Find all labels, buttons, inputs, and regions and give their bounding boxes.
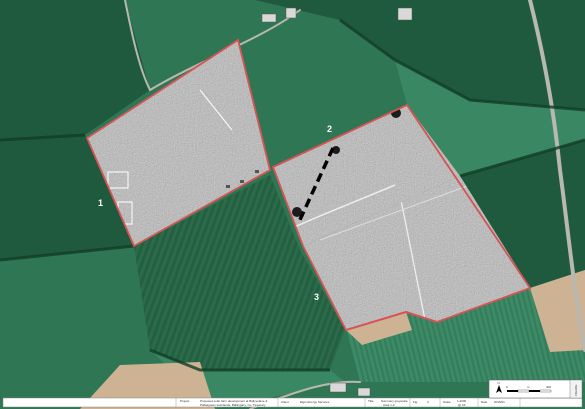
scale-label: Scale: [443, 400, 451, 404]
scale-legend-box: N 0 m 400 FIGURE: [488, 379, 583, 399]
client-name: Elgin Energy Services: [300, 400, 330, 404]
client-label: Client: [281, 400, 289, 404]
area-label-3: 3: [314, 292, 319, 302]
title-label: Title: [368, 399, 374, 403]
north-arrow-letter: N: [498, 381, 500, 385]
scale-tick-400: 400: [546, 385, 551, 389]
date-value: 2016/01: [494, 400, 505, 404]
area-label-1: 1: [98, 198, 103, 208]
scale-sub: @ A3: [458, 403, 466, 407]
project-line-2: Pallasgreen townlands, Ballingarry, Co. …: [200, 403, 266, 407]
survey-location-map: 1 2 3 Project Proposed solar farm develo…: [0, 0, 585, 409]
figure-side-tab: FIGURE: [574, 385, 578, 396]
area-label-2: 2: [327, 124, 332, 134]
title-subtitle: Area 1-3: [383, 403, 395, 407]
date-label: Date: [481, 400, 488, 404]
title-block: Project Proposed solar farm development …: [2, 397, 583, 408]
project-label: Project: [180, 399, 190, 403]
fig-label: Fig.: [413, 400, 418, 404]
